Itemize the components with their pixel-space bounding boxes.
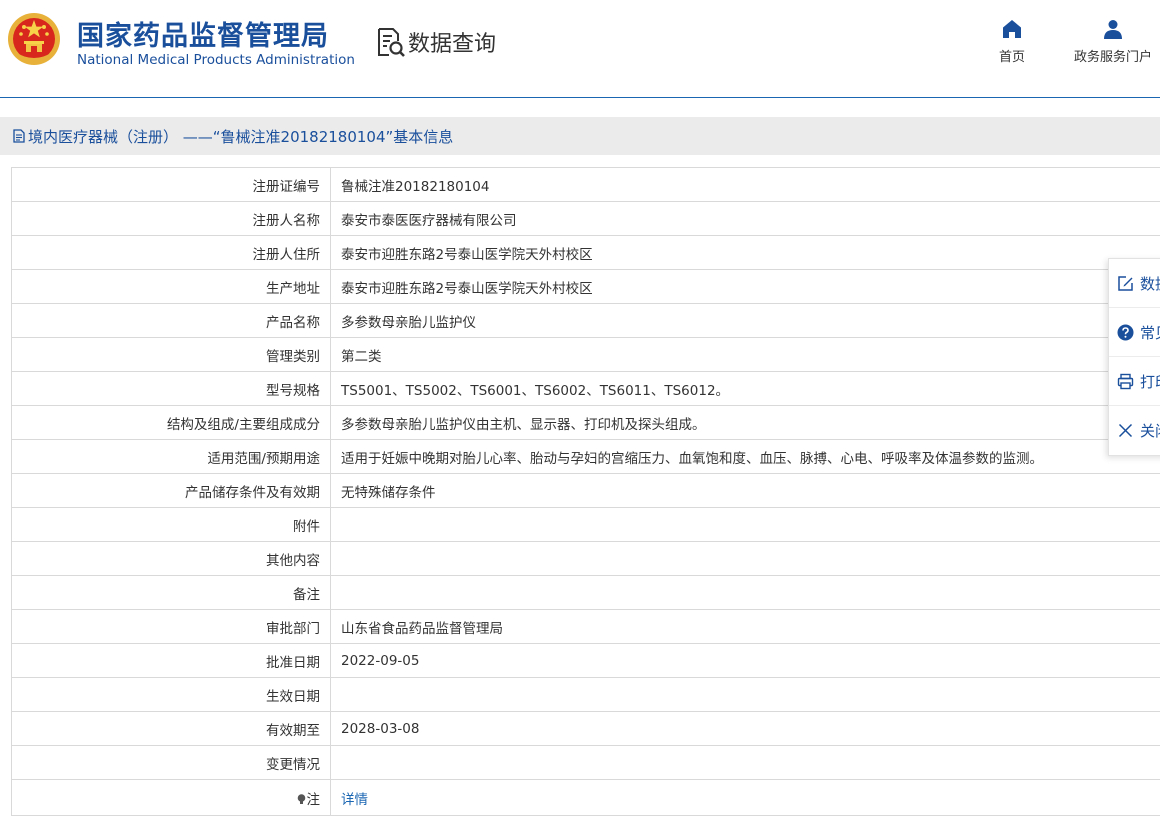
side-item-print[interactable]: 打印 — [1109, 357, 1160, 406]
table-label-cell: 适用范围/预期用途 — [11, 439, 331, 474]
table-value-cell: 山东省食品药品监督管理局 — [330, 609, 1160, 644]
details-link[interactable]: 详情 — [341, 792, 368, 808]
nav-service-portal[interactable]: 政务服务门户 — [1066, 18, 1160, 65]
header-divider — [0, 97, 1160, 98]
document-icon — [13, 129, 25, 143]
table-row: 附件 — [11, 507, 1160, 542]
table-value-cell: 泰安市迎胜东路2号泰山医学院天外村校区 — [330, 269, 1160, 304]
table-label-cell: 附件 — [11, 507, 331, 542]
data-query-title: 数据查询 — [408, 32, 497, 57]
table-label-cell: 管理类别 — [11, 337, 331, 372]
table-row: 注册证编号 鲁械注准20182180104 — [11, 167, 1160, 202]
table-value-cell — [330, 745, 1160, 780]
table-row: 产品名称 多参数母亲胎儿监护仪 — [11, 303, 1160, 338]
table-label-cell: 结构及组成/主要组成成分 — [11, 405, 331, 440]
nav-home[interactable]: 首页 — [988, 18, 1036, 65]
table-row: 审批部门 山东省食品药品监督管理局 — [11, 609, 1160, 644]
table-value-cell — [330, 575, 1160, 610]
data-query-heading: 数据查询 — [374, 26, 496, 58]
table-row-note: 注 详情 — [11, 779, 1160, 816]
table-label-cell: 型号规格 — [11, 371, 331, 406]
table-value-cell — [330, 541, 1160, 576]
table-row: 变更情况 — [11, 745, 1160, 780]
table-value-cell: 泰安市泰医医疗器械有限公司 — [330, 201, 1160, 236]
table-row: 注册人住所 泰安市迎胜东路2号泰山医学院天外村校区 — [11, 235, 1160, 270]
site-title-cn: 国家药品监督管理局 — [77, 21, 329, 52]
table-label-cell: 生产地址 — [11, 269, 331, 304]
table-value-cell: 2022-09-05 — [330, 643, 1160, 678]
table-row: 备注 — [11, 575, 1160, 610]
table-row: 有效期至 2028-03-08 — [11, 711, 1160, 746]
registration-detail-table: 注册证编号 鲁械注准20182180104 注册人名称 泰安市泰医医疗器械有限公司 注册… — [11, 167, 1160, 816]
table-value-cell: 多参数母亲胎儿监护仪 — [330, 303, 1160, 338]
home-icon — [1003, 20, 1021, 38]
table-row: 生产地址 泰安市迎胜东路2号泰山医学院天外村校区 — [11, 269, 1160, 304]
nav-service-portal-label: 政务服务门户 — [1073, 50, 1152, 65]
table-label-cell: 审批部门 — [11, 609, 331, 644]
lightbulb-icon — [297, 793, 305, 804]
table-row: 批准日期 2022-09-05 — [11, 643, 1160, 678]
table-label-cell: 产品储存条件及有效期 — [11, 473, 331, 508]
table-row: 适用范围/预期用途 适用于妊娠中晚期对胎儿心率、胎动与孕妇的宫缩压力、血氧饱和度、… — [11, 439, 1160, 474]
table-label-cell: 有效期至 — [11, 711, 331, 746]
table-label-cell: 生效日期 — [11, 677, 331, 712]
table-row: 产品储存条件及有效期 无特殊储存条件 — [11, 473, 1160, 508]
table-value-cell — [330, 507, 1160, 542]
table-value-cell: 适用于妊娠中晚期对胎儿心率、胎动与孕妇的宫缩压力、血氧饱和度、血压、脉搏、心电、… — [330, 439, 1160, 474]
table-value-cell — [330, 677, 1160, 712]
nav-home-label: 首页 — [998, 50, 1025, 65]
floating-side-panel: 数据 常见 打印 关闭 — [1108, 258, 1160, 456]
site-header: 国家药品监督管理局 National Medical Products Admi… — [0, 0, 1160, 98]
print-icon — [1117, 373, 1134, 389]
table-label-cell: 变更情况 — [11, 745, 331, 780]
table-label-cell: 批准日期 — [11, 643, 331, 678]
document-search-icon — [378, 28, 405, 57]
site-title-en: National Medical Products Administration — [77, 52, 355, 68]
table-label-cell: 注 — [11, 779, 331, 816]
side-item-close[interactable]: 关闭 — [1109, 406, 1160, 454]
table-row: 注册人名称 泰安市泰医医疗器械有限公司 — [11, 201, 1160, 236]
user-icon — [1104, 20, 1122, 39]
table-value-cell: 详情 — [330, 779, 1160, 816]
table-row: 其他内容 — [11, 541, 1160, 576]
table-value-cell: 无特殊储存条件 — [330, 473, 1160, 508]
table-value-cell: 2028-03-08 — [330, 711, 1160, 746]
table-value-cell: 鲁械注准20182180104 — [330, 167, 1160, 202]
table-row: 生效日期 — [11, 677, 1160, 712]
table-label-cell: 注册人住所 — [11, 235, 331, 270]
table-value-cell: 泰安市迎胜东路2号泰山医学院天外村校区 — [330, 235, 1160, 270]
table-value-cell: 第二类 — [330, 337, 1160, 372]
edit-icon — [1118, 275, 1133, 291]
table-label-cell: 备注 — [11, 575, 331, 610]
table-label-cell: 注册人名称 — [11, 201, 331, 236]
side-item-label: 打印 — [1140, 372, 1160, 391]
side-item-faq[interactable]: 常见 — [1109, 308, 1160, 357]
table-label-cell: 产品名称 — [11, 303, 331, 338]
table-row: 型号规格 TS5001、TS5002、TS6001、TS6002、TS6011、T… — [11, 371, 1160, 406]
side-item-label: 常见 — [1140, 323, 1160, 342]
breadcrumb: 境内医疗器械（注册） ——“鲁械注准20182180104”基本信息 — [0, 117, 1160, 155]
note-label: 注 — [306, 791, 321, 808]
table-label-cell: 其他内容 — [11, 541, 331, 576]
close-icon — [1118, 423, 1133, 437]
side-item-label: 关闭 — [1140, 421, 1160, 440]
national-emblem-icon — [8, 13, 60, 65]
table-value-cell: TS5001、TS5002、TS6001、TS6002、TS6011、TS601… — [330, 371, 1160, 406]
table-row: 结构及组成/主要组成成分 多参数母亲胎儿监护仪由主机、显示器、打印机及探头组成。 — [11, 405, 1160, 440]
table-value-cell: 多参数母亲胎儿监护仪由主机、显示器、打印机及探头组成。 — [330, 405, 1160, 440]
side-item-label: 数据 — [1140, 274, 1160, 293]
help-icon — [1117, 324, 1134, 340]
table-row: 管理类别 第二类 — [11, 337, 1160, 372]
breadcrumb-text: 境内医疗器械（注册） ——“鲁械注准20182180104”基本信息 — [28, 127, 454, 146]
table-label-cell: 注册证编号 — [11, 167, 331, 202]
side-item-data[interactable]: 数据 — [1109, 259, 1160, 308]
